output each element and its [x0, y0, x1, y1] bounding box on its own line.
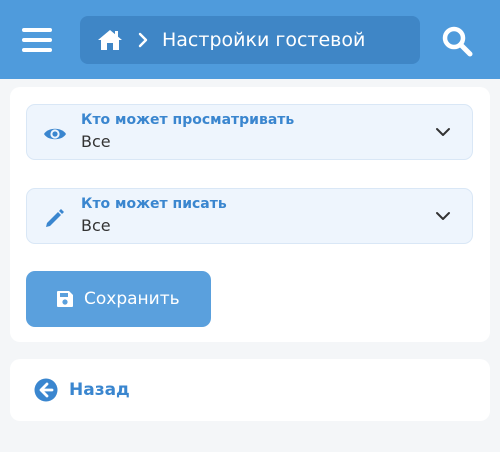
chevron-down-icon	[435, 210, 451, 222]
back-card: Назад	[10, 359, 490, 421]
view-permission-value: Все	[81, 132, 111, 151]
back-link-label: Назад	[69, 380, 130, 400]
pencil-icon	[43, 207, 67, 229]
chevron-down-icon	[435, 126, 451, 138]
write-permission-label: Кто может писать	[81, 196, 227, 212]
search-icon[interactable]	[440, 24, 474, 58]
view-permission-label: Кто может просматривать	[81, 112, 295, 128]
floppy-disk-icon	[56, 290, 74, 308]
view-permission-select[interactable]: Кто может просматривать Все	[26, 104, 473, 160]
arrow-left-circle-icon	[34, 378, 58, 402]
page-title: Настройки гостевой	[162, 29, 366, 51]
write-permission-value: Все	[81, 216, 111, 235]
settings-card: Кто может просматривать Все Кто может пи…	[10, 87, 490, 342]
save-button-label: Сохранить	[84, 289, 180, 309]
write-permission-select[interactable]: Кто может писать Все	[26, 188, 473, 244]
breadcrumb[interactable]: Настройки гостевой	[80, 16, 420, 64]
hamburger-menu-icon[interactable]	[22, 26, 56, 54]
chevron-right-icon	[138, 32, 148, 48]
eye-icon	[43, 123, 67, 145]
save-button[interactable]: Сохранить	[26, 271, 211, 327]
top-bar: Настройки гостевой	[0, 0, 500, 79]
home-icon[interactable]	[96, 26, 124, 54]
back-link[interactable]: Назад	[34, 377, 130, 403]
